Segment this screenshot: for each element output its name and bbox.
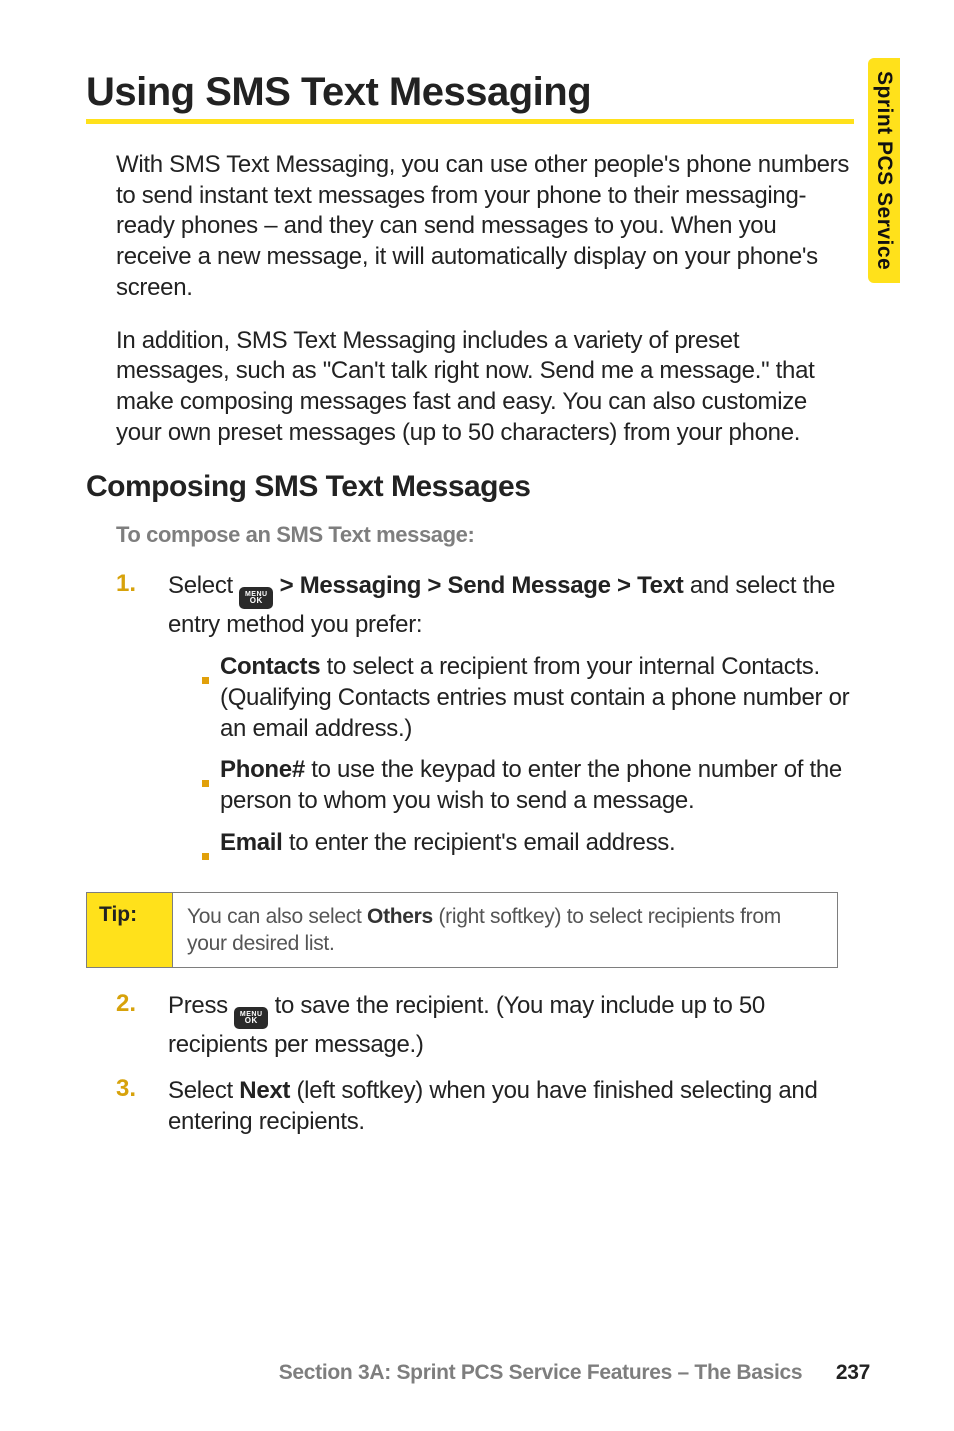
square-bullet-icon xyxy=(202,651,220,745)
step-number: 3. xyxy=(116,1075,168,1137)
tip-box: Tip: You can also select Others (right s… xyxy=(86,892,838,969)
page: Sprint PCS Service Using SMS Text Messag… xyxy=(0,0,954,1431)
phone-text: to use the keypad to enter the phone num… xyxy=(220,756,842,814)
phone-label: Phone# xyxy=(220,756,305,783)
menu-ok-key-icon: MENUOK xyxy=(234,1007,268,1029)
procedure-lead: To compose an SMS Text message: xyxy=(116,522,856,548)
menu-ok-key-icon: MENUOK xyxy=(239,587,273,609)
square-bullet-icon xyxy=(202,827,220,868)
page-footer: Section 3A: Sprint PCS Service Features … xyxy=(279,1361,870,1385)
menu-key-bottom: OK xyxy=(245,1017,258,1025)
steps-block-2: 2. Press MENUOK to save the recipient. (… xyxy=(116,990,856,1137)
step-body: Select Next (left softkey) when you have… xyxy=(168,1075,856,1137)
step-3-bold: Next xyxy=(239,1077,290,1104)
sub-item-contacts: Contacts to select a recipient from your… xyxy=(202,651,856,745)
step-list-2: 2. Press MENUOK to save the recipient. (… xyxy=(116,990,856,1137)
step-3: 3. Select Next (left softkey) when you h… xyxy=(116,1075,856,1137)
intro-paragraph-2: In addition, SMS Text Messaging includes… xyxy=(116,326,856,449)
side-tab: Sprint PCS Service xyxy=(868,58,900,283)
step-body: Press MENUOK to save the recipient. (You… xyxy=(168,990,856,1060)
sub-body: Email to enter the recipient's email add… xyxy=(220,827,856,868)
sub-item-phone: Phone# to use the keypad to enter the ph… xyxy=(202,754,856,816)
page-title: Using SMS Text Messaging xyxy=(86,70,884,115)
menu-key-bottom: OK xyxy=(250,597,263,605)
title-underline xyxy=(86,119,854,124)
step-number: 1. xyxy=(116,570,168,877)
sub-body: Phone# to use the keypad to enter the ph… xyxy=(220,754,856,816)
tip-pre: You can also select xyxy=(187,905,367,928)
step-list: 1. Select MENUOK > Messaging > Send Mess… xyxy=(116,570,856,877)
step-number: 2. xyxy=(116,990,168,1060)
sub-item-email: Email to enter the recipient's email add… xyxy=(202,827,856,868)
footer-text: Section 3A: Sprint PCS Service Features … xyxy=(279,1361,803,1384)
step-2: 2. Press MENUOK to save the recipient. (… xyxy=(116,990,856,1060)
sub-list: Contacts to select a recipient from your… xyxy=(202,651,856,868)
step-1-path: > Messaging > Send Message > Text xyxy=(273,572,683,599)
square-bullet-icon xyxy=(202,754,220,816)
tip-label: Tip: xyxy=(87,893,173,968)
side-tab-label: Sprint PCS Service xyxy=(872,71,896,270)
step-3-pre: Select xyxy=(168,1077,239,1104)
steps-block: To compose an SMS Text message: 1. Selec… xyxy=(116,522,856,877)
step-1-pre: Select xyxy=(168,572,239,599)
tip-bold: Others xyxy=(367,905,433,928)
email-text: to enter the recipient's email address. xyxy=(283,829,676,856)
intro-paragraph-1: With SMS Text Messaging, you can use oth… xyxy=(116,150,856,304)
intro-block: With SMS Text Messaging, you can use oth… xyxy=(116,150,856,448)
sub-body: Contacts to select a recipient from your… xyxy=(220,651,856,745)
page-number: 237 xyxy=(836,1361,870,1384)
tip-body: You can also select Others (right softke… xyxy=(173,893,837,968)
step-2-pre: Press xyxy=(168,992,234,1019)
section-heading: Composing SMS Text Messages xyxy=(86,470,884,504)
email-label: Email xyxy=(220,829,283,856)
step-body: Select MENUOK > Messaging > Send Message… xyxy=(168,570,856,877)
step-1: 1. Select MENUOK > Messaging > Send Mess… xyxy=(116,570,856,877)
contacts-label: Contacts xyxy=(220,653,320,680)
